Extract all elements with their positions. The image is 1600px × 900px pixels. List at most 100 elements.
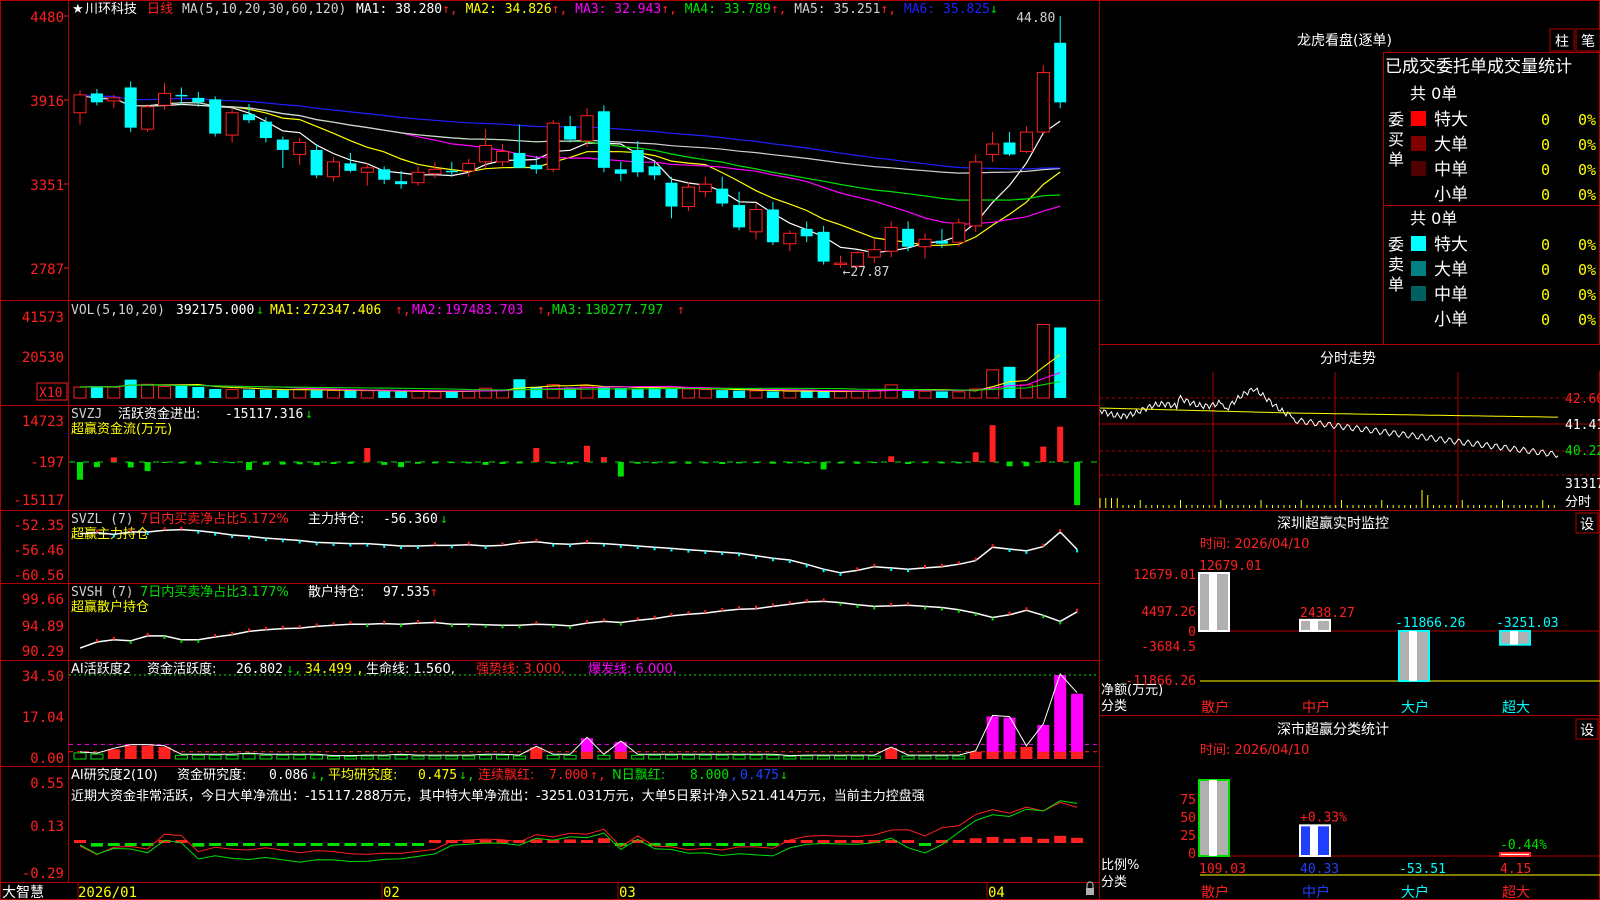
svg-text:笔: 笔 [1581,34,1595,50]
stats-title: 深市超赢分类统计 [1277,721,1389,738]
activity-bar [563,754,577,760]
research-bar [665,843,678,846]
svg-text:0: 0 [1188,847,1196,862]
candle [800,228,813,237]
svg-text:90.29: 90.29 [22,644,64,660]
fund-flow-bar [415,462,421,464]
svg-text:MA2:: MA2: [412,303,443,318]
svg-text:03: 03 [619,885,636,900]
buy-row-pct: 0% [1578,161,1596,179]
fund-flow-bar [753,462,759,464]
research-bar [293,843,306,846]
activity-bar [867,755,881,760]
svzj-title: 超赢资金流(万元) [71,421,172,437]
research-bar [699,843,712,846]
sell-row-label: 大单 [1434,260,1468,280]
sell-side-label: 卖 [1388,255,1404,274]
ai-activity-chart [69,673,1099,760]
activity-bar [411,755,425,760]
sell-row-pct: 0% [1578,261,1596,279]
activity-bar [698,754,712,760]
main-holding-line [79,528,1078,574]
activity-bar [343,756,357,760]
research-bar [581,840,593,843]
research-bar [209,843,222,846]
svg-text:41.41: 41.41 [1565,418,1600,433]
volume-bar [1003,366,1016,398]
sell-row-label: 特大 [1434,235,1468,255]
ai-research-summary: 近期大资金非常活跃，今日大单净流出：-15117.288万元，其中特大单净流出：… [71,788,925,804]
research-bar [226,843,239,846]
sell-row-pct: 0% [1578,311,1596,329]
buy-side-label: 单 [1388,150,1404,169]
activity-bar [800,755,814,760]
activity-bar [1071,693,1084,759]
tab-bar[interactable]: 柱 笔 [1549,28,1600,52]
svg-text:AI研究度2(10): AI研究度2(10) [71,767,158,783]
buy-total: 共 0单 [1410,84,1457,103]
candle [141,106,155,130]
panel-borders [0,0,1600,900]
sell-swatch [1411,286,1426,301]
svg-text:爆发线: 6.000,: 爆发线: 6.000, [588,661,677,677]
candle [580,115,594,142]
activity-bar-base [614,751,627,759]
monitor-time: 时间: 2026/04/10 [1200,537,1309,552]
candle [530,164,543,170]
volume-bar [952,391,966,399]
lock-icon[interactable] [1086,881,1094,895]
candle [631,149,644,173]
volume-bar [462,390,476,399]
activity-bar [90,753,104,760]
monitor-title: 深圳超赢实时监控 [1277,515,1389,532]
volume-bar [817,391,830,398]
svg-text:↓,: ↓, [310,768,326,783]
monitor-bar-highlight [1510,631,1518,645]
candle [73,94,87,114]
candle [107,97,121,102]
fund-flow-bar [110,457,117,462]
research-bar [986,837,999,843]
volume-bar [90,386,103,398]
fund-flow-bar [127,462,134,468]
activity-bar [107,749,120,759]
candle [1054,42,1067,103]
vol-value: 392175.000 [176,303,254,318]
activity-bar [327,756,340,760]
volume-bar [918,390,932,399]
research-bar [919,843,931,846]
buy-swatch [1411,111,1426,126]
price-tick-marks [64,15,68,269]
ai-research-axis: 0.55 0.13 -0.29 [22,776,64,882]
activity-bar-base [1037,751,1050,759]
volume-bar [631,388,644,398]
stats-category-label: 超大 [1502,885,1530,900]
candle [1003,142,1016,155]
monitor-bar-highlight [1310,619,1318,631]
svg-text:12679.01: 12679.01 [1133,568,1196,583]
candle [614,169,627,174]
research-bar [192,843,205,847]
svg-text:4497.26: 4497.26 [1141,605,1196,620]
svg-text:↓: ↓ [780,768,788,783]
activity-bar [259,754,273,760]
candle [360,167,374,173]
candle [597,111,610,168]
vol-ma3: 130277.797 [585,303,663,318]
fund-flow-bar [803,462,810,464]
fund-flow-bar [922,462,928,464]
svg-text:比例%: 比例% [1101,858,1139,873]
volume-bar [395,391,408,398]
svg-text:活跃资金进出:: 活跃资金进出: [118,406,200,422]
activity-bar [276,754,290,760]
retail-holding-line [79,600,1078,649]
research-bar [1054,835,1067,843]
volume-bar [681,388,695,399]
fund-flow-bar [229,462,236,464]
svzj-header: SVZJ 活跃资金进出: -15117.316 ↓ 超赢资金流(万元) [71,406,313,437]
sell-row-count: 0 [1541,311,1550,329]
candle [902,228,915,247]
buy-side-label: 委 [1388,110,1404,129]
svg-text:SVZL (7): SVZL (7) [71,512,134,527]
stats-value-label: 109.03 [1199,862,1246,877]
